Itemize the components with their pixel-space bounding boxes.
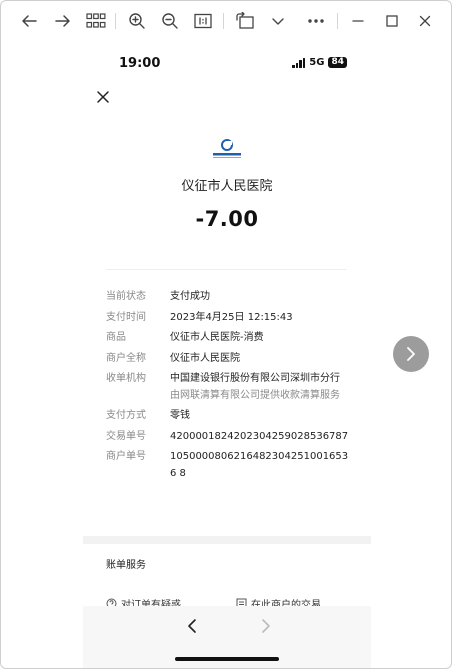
- maximize-icon[interactable]: [380, 9, 404, 33]
- viewer-toolbar: [1, 1, 451, 41]
- detail-row-status: 当前状态 支付成功: [106, 289, 354, 306]
- rotate-icon[interactable]: [233, 9, 257, 33]
- zoom-in-icon[interactable]: [125, 9, 149, 33]
- section-gap: [83, 536, 371, 544]
- detail-value: 仪征市人民医院-消费: [170, 332, 264, 343]
- more-options-icon[interactable]: [304, 9, 328, 33]
- detail-row-merchant-name: 商户全称 仪征市人民医院: [106, 351, 354, 368]
- detail-label: 支付时间: [106, 311, 146, 323]
- grid-view-icon[interactable]: [84, 9, 108, 33]
- detail-label: 收单机构: [106, 373, 146, 384]
- chevron-right-icon: [407, 347, 415, 361]
- detail-value: 零钱: [170, 410, 190, 421]
- battery-badge: 84: [328, 57, 347, 68]
- back-arrow-icon[interactable]: [17, 9, 41, 33]
- signal-icon: [292, 57, 306, 68]
- status-indicators: 5G 84: [292, 57, 347, 68]
- next-image-button[interactable]: [393, 336, 429, 372]
- detail-label: 商户全称: [106, 352, 146, 364]
- detail-label: 交易单号: [106, 430, 146, 442]
- toolbar-separator: [115, 13, 116, 29]
- nav-back-icon[interactable]: [185, 618, 199, 634]
- detail-row-product: 商品 仪征市人民医院-消费: [106, 330, 354, 347]
- browser-bottom-bar: [83, 606, 371, 668]
- toolbar-separator: [223, 13, 224, 29]
- detail-row-acquirer: 收单机构 中国建设银行股份有限公司深圳市分行 由网联清算有限公司提供收款清算服务: [106, 371, 354, 404]
- detail-row-transaction-id: 交易单号 4200001824202304259028536787: [106, 429, 354, 446]
- merchant-title: 仪征市人民医院: [181, 179, 273, 194]
- image-viewer-window: 19:00 5G 84 仪征市人民医院 -7.00 当前状态 支付成功 支付时间…: [0, 0, 452, 669]
- home-indicator[interactable]: [175, 657, 279, 661]
- close-icon[interactable]: [95, 89, 111, 105]
- payment-amount: -7.00: [195, 207, 259, 231]
- status-time: 19:00: [119, 56, 161, 71]
- chevron-down-icon[interactable]: [266, 9, 290, 33]
- zoom-out-icon[interactable]: [158, 9, 182, 33]
- bank-logo-icon: [209, 138, 245, 160]
- detail-value[interactable]: 4200001824202304259028536787: [170, 429, 354, 446]
- detail-value-group: 中国建设银行股份有限公司深圳市分行 由网联清算有限公司提供收款清算服务: [170, 371, 354, 404]
- close-window-icon[interactable]: [413, 9, 437, 33]
- detail-label: 商户单号: [106, 451, 146, 462]
- detail-label: 当前状态: [106, 291, 146, 302]
- detail-subvalue: 由网联清算有限公司提供收款清算服务: [170, 389, 340, 401]
- detail-value[interactable]: 10500008062164823042510016536 8: [170, 449, 354, 482]
- minimize-icon[interactable]: [346, 9, 370, 33]
- detail-value: 中国建设银行股份有限公司深圳市分行: [170, 373, 340, 384]
- divider: [106, 269, 347, 270]
- toolbar-separator: [337, 13, 338, 29]
- detail-value: 支付成功: [170, 291, 210, 302]
- detail-row-merchant-order-id: 商户单号 10500008062164823042510016536 8: [106, 449, 354, 482]
- detail-row-time: 支付时间 2023年4月25日 12:15:43: [106, 310, 354, 327]
- network-type: 5G: [309, 57, 325, 68]
- detail-value: 2023年4月25日 12:15:43: [170, 311, 293, 323]
- detail-row-pay-method: 支付方式 零钱: [106, 408, 354, 425]
- payment-details: 当前状态 支付成功 支付时间 2023年4月25日 12:15:43 商品 仪征…: [106, 289, 354, 486]
- detail-label: 支付方式: [106, 410, 146, 421]
- detail-label: 商品: [106, 332, 126, 343]
- actual-size-icon[interactable]: [191, 9, 215, 33]
- forward-arrow-icon[interactable]: [51, 9, 75, 33]
- phone-screenshot: 19:00 5G 84 仪征市人民医院 -7.00 当前状态 支付成功 支付时间…: [83, 41, 371, 668]
- nav-forward-icon[interactable]: [259, 618, 273, 634]
- detail-value: 仪征市人民医院: [170, 352, 240, 364]
- bill-service-title: 账单服务: [106, 560, 146, 571]
